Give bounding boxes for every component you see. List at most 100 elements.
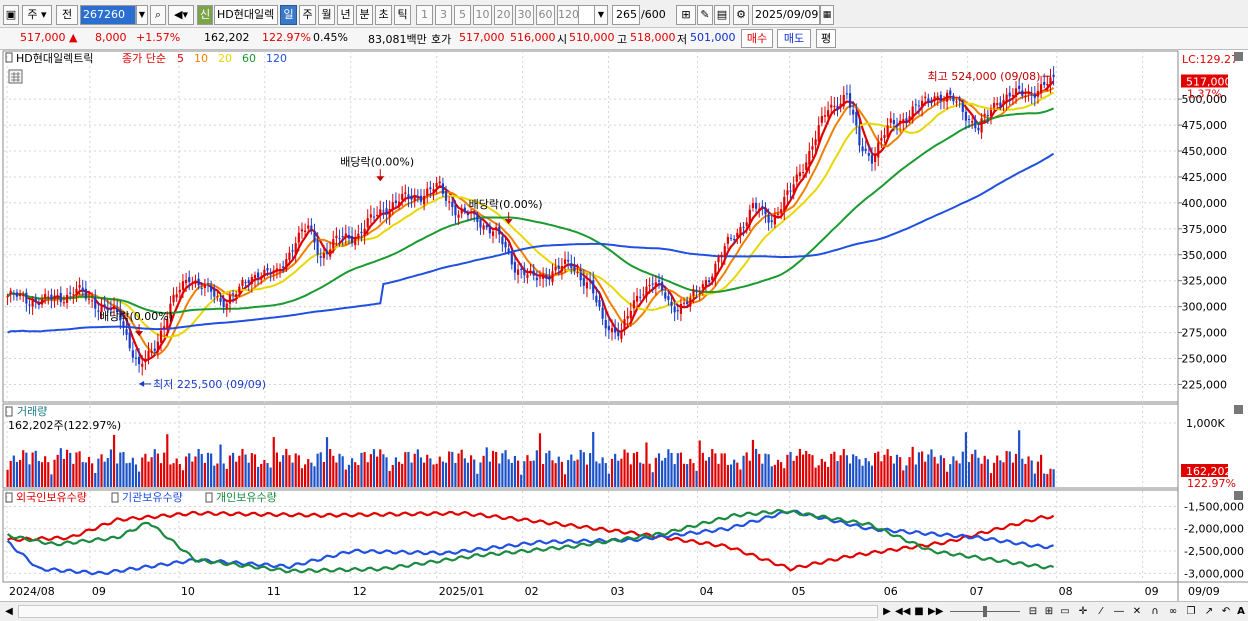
volume-bar (363, 452, 366, 487)
volume-bar (285, 448, 288, 487)
stock-code-input[interactable]: 267260 (80, 5, 136, 25)
volume-bar (798, 448, 802, 487)
cursor-cross-icon[interactable]: ✛ (1076, 604, 1090, 619)
interval-tab-20[interactable]: 20 (494, 5, 513, 25)
candle-body (526, 274, 529, 278)
chart-canvas[interactable]: 최고 524,000 (09/08) 최저 225,500 (09/09) 배당락(… (0, 50, 1248, 602)
volume-bar (1046, 474, 1049, 487)
holdings-legend-label: 외국인보유수량 (16, 491, 87, 504)
price-change: 8,000 (95, 31, 127, 44)
interval-tab-10[interactable]: 10 (473, 5, 492, 25)
volume-bar (626, 452, 629, 487)
window-menu-icon[interactable]: ▣ (3, 5, 19, 25)
volume-bar (335, 462, 338, 487)
scroll-track[interactable] (18, 605, 878, 618)
save-icon[interactable]: ▤ (714, 5, 730, 25)
candle-body (538, 277, 542, 279)
period-week-select[interactable]: 주 ▾ (22, 5, 52, 25)
scroll-right-icon[interactable]: ▶ (880, 604, 894, 619)
fit-icon[interactable]: ▭ (1058, 604, 1072, 619)
rewind-icon[interactable]: ◀◀ (895, 604, 910, 619)
eval-button[interactable]: 평 (816, 29, 836, 48)
period-tab-2[interactable]: 월 (318, 5, 335, 25)
volume-bar (307, 459, 310, 487)
period-tab-4[interactable]: 분 (356, 5, 373, 25)
volume-bar (1018, 430, 1021, 487)
volume-bar (53, 459, 56, 487)
volume-bar (933, 456, 936, 487)
candle-body (758, 208, 761, 211)
volume-ratio: 122.97% (262, 31, 311, 44)
stock-code-dropdown-icon[interactable]: ▼ (136, 5, 148, 25)
period-tab-1[interactable]: 주 (299, 5, 316, 25)
volume-bar (601, 457, 604, 487)
calendar-icon[interactable]: ▦ (820, 5, 834, 25)
speaker-icon[interactable]: ◀▾ (168, 5, 194, 25)
zoom-slider-handle[interactable] (983, 606, 987, 617)
date-field[interactable]: 2025/09/09 (752, 5, 820, 25)
candle-body (733, 239, 736, 241)
interval-dropdown-icon[interactable]: ▼ (594, 5, 608, 25)
volume-bar (529, 460, 532, 487)
chart-area[interactable]: 최고 524,000 (09/08) 최저 225,500 (09/09) 배당락(… (0, 50, 1248, 602)
high-price: 518,000 (630, 31, 676, 44)
stop-icon[interactable]: ■ (912, 604, 926, 619)
delete-drawing-icon[interactable]: ✕ (1130, 604, 1144, 619)
period-tab-0[interactable]: 일 (280, 5, 297, 25)
link-icon[interactable]: ∞ (1166, 604, 1180, 619)
undo-icon[interactable]: ↶ (1219, 604, 1233, 619)
interval-tab-120[interactable]: 120 (557, 5, 579, 25)
trendline-icon[interactable]: ⁄ (1094, 604, 1108, 619)
volume-bar (495, 451, 498, 487)
candle-body (946, 92, 949, 102)
volume-bar (166, 434, 169, 487)
copy-icon[interactable]: ❐ (1184, 604, 1198, 619)
volume-bar (873, 453, 877, 487)
interval-tab-30[interactable]: 30 (515, 5, 534, 25)
volume-bar (47, 462, 50, 487)
table-toggle-icon[interactable] (8, 69, 23, 84)
candle-body (498, 226, 501, 235)
volume-bar (37, 460, 40, 487)
grid-tool-icon[interactable]: ⊞ (676, 5, 696, 25)
magnet-icon[interactable]: ∩ (1148, 604, 1162, 619)
volume-bar (435, 463, 438, 487)
period-tab-6[interactable]: 틱 (394, 5, 411, 25)
draw-tool-icon[interactable]: ✎ (697, 5, 713, 25)
text-tool-icon[interactable]: A (1234, 604, 1248, 619)
price-tick-label: 250,000 (1182, 353, 1228, 366)
volume-bar (952, 456, 955, 487)
volume-pane-close-icon[interactable] (1234, 405, 1243, 414)
interval-tab-3[interactable]: 3 (435, 5, 452, 25)
volume-bar (147, 461, 150, 487)
fast-forward-icon[interactable]: ▶▶ (928, 604, 943, 619)
candle-body (225, 303, 228, 309)
volume-bar (814, 467, 817, 487)
sell-button[interactable]: 매도 (777, 29, 811, 48)
price-pane-close-icon[interactable] (1234, 52, 1243, 61)
candle-body (855, 111, 858, 126)
holdings-pane-close-icon[interactable] (1234, 491, 1243, 500)
volume-bar (532, 460, 535, 487)
hline-icon[interactable]: ― (1112, 604, 1126, 619)
period-tab-3[interactable]: 년 (337, 5, 354, 25)
zoom-out-icon[interactable]: ⊟ (1026, 604, 1040, 619)
interval-tab-5[interactable]: 5 (454, 5, 471, 25)
volume-bar (188, 453, 191, 487)
interval-tab-60[interactable]: 60 (536, 5, 555, 25)
dividend-label: 배당락(0.00%) (469, 198, 543, 211)
search-icon[interactable]: ⌕ (150, 5, 166, 25)
scroll-left-icon[interactable]: ◀ (2, 604, 16, 619)
zoom-in-icon[interactable]: ⊞ (1042, 604, 1056, 619)
buy-button[interactable]: 매수 (741, 29, 773, 48)
prev-button[interactable]: 전 (56, 5, 78, 25)
trend-arrow-icon[interactable]: ↗ (1202, 604, 1216, 619)
interval-tab-1[interactable]: 1 (416, 5, 433, 25)
gear-icon[interactable]: ⚙ (733, 5, 749, 25)
candle-body (930, 101, 933, 104)
count-input[interactable]: 265 (612, 5, 640, 25)
period-tab-5[interactable]: 초 (375, 5, 392, 25)
volume-bar (138, 471, 141, 487)
stock-name-field[interactable]: HD현대일렉 (214, 5, 278, 25)
scroll-bar[interactable]: ◀ ▶ ◀◀ ■ ▶▶ ⊟ ⊞ ▭ ✛ ⁄ ― ✕ ∩ ∞ ❐ ↗ ↶ A (0, 601, 1248, 621)
